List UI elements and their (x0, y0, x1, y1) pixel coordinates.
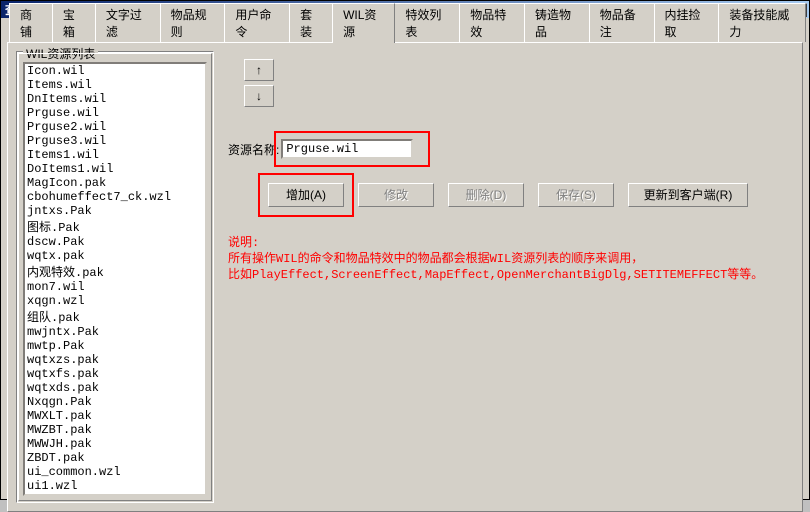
tab-4[interactable]: 用户命令 (224, 3, 290, 42)
list-item[interactable]: MWWJH.pak (25, 437, 205, 451)
list-item[interactable]: Prguse3.wil (25, 134, 205, 148)
list-item[interactable]: ui1.wzl (25, 479, 205, 493)
tab-11[interactable]: 内挂捡取 (654, 3, 720, 42)
tab-6[interactable]: WIL资源 (332, 3, 395, 43)
group-legend: WIL资源列表 (23, 45, 98, 62)
update-client-button[interactable]: 更新到客户端(R) (628, 183, 748, 207)
resource-listbox[interactable]: Icon.wilItems.wilDnItems.wilPrguse.wilPr… (23, 62, 207, 496)
list-item[interactable]: Buff.Pak (25, 493, 205, 496)
desc-heading: 说明: (228, 235, 763, 251)
tab-1[interactable]: 宝箱 (52, 3, 96, 42)
wil-resource-group: WIL资源列表 Icon.wilItems.wilDnItems.wilPrgu… (16, 51, 214, 503)
list-item[interactable]: mwtp.Pak (25, 339, 205, 353)
list-item[interactable]: MWXLT.pak (25, 409, 205, 423)
desc-line2: 比如PlayEffect,ScreenEffect,MapEffect,Open… (228, 267, 763, 283)
list-item[interactable]: wqtx.pak (25, 249, 205, 263)
desc-line1: 所有操作WIL的命令和物品特效中的物品都会根据WIL资源列表的顺序来调用， (228, 251, 763, 267)
action-buttons: 增加(A) 修改 删除(D) 保存(S) 更新到客户端(R) (268, 183, 748, 207)
list-item[interactable]: ui_common.wzl (25, 465, 205, 479)
right-pane: ↑ ↓ 资源名称: 增加(A) 修改 删除(D) 保存(S) 更新到客户端(R)… (224, 51, 794, 503)
resource-name-row: 资源名称: (228, 139, 413, 159)
list-item[interactable]: 组队.pak (25, 308, 205, 325)
tabstrip: 商铺宝箱文字过滤物品规则用户命令套装WIL资源特效列表物品特效铸造物品物品备注内… (1, 18, 809, 42)
dialog-window: 查看列表信息 X 商铺宝箱文字过滤物品规则用户命令套装WIL资源特效列表物品特效… (0, 0, 810, 500)
list-item[interactable]: MWZBT.pak (25, 423, 205, 437)
tab-9[interactable]: 铸造物品 (524, 3, 590, 42)
tab-2[interactable]: 文字过滤 (95, 3, 161, 42)
tab-10[interactable]: 物品备注 (589, 3, 655, 42)
list-item[interactable]: Items1.wil (25, 148, 205, 162)
description-text: 说明: 所有操作WIL的命令和物品特效中的物品都会根据WIL资源列表的顺序来调用… (228, 235, 763, 283)
add-button[interactable]: 增加(A) (268, 183, 344, 207)
list-item[interactable]: dscw.Pak (25, 235, 205, 249)
list-item[interactable]: ZBDT.pak (25, 451, 205, 465)
list-item[interactable]: jntxs.Pak (25, 204, 205, 218)
resource-name-label: 资源名称: (228, 141, 279, 158)
list-item[interactable]: Prguse.wil (25, 106, 205, 120)
tab-5[interactable]: 套装 (289, 3, 333, 42)
list-item[interactable]: Icon.wil (25, 64, 205, 78)
move-up-button[interactable]: ↑ (244, 59, 274, 81)
list-item[interactable]: 内观特效.pak (25, 263, 205, 280)
tab-3[interactable]: 物品规则 (160, 3, 226, 42)
save-button[interactable]: 保存(S) (538, 183, 614, 207)
modify-button[interactable]: 修改 (358, 183, 434, 207)
list-item[interactable]: DnItems.wil (25, 92, 205, 106)
list-item[interactable]: wqtxzs.pak (25, 353, 205, 367)
reorder-buttons: ↑ ↓ (244, 59, 274, 107)
list-item[interactable]: MagIcon.pak (25, 176, 205, 190)
list-item[interactable]: mwjntx.Pak (25, 325, 205, 339)
tab-12[interactable]: 装备技能威力 (718, 3, 806, 42)
list-item[interactable]: DoItems1.wil (25, 162, 205, 176)
tab-0[interactable]: 商铺 (9, 3, 53, 42)
list-item[interactable]: Items.wil (25, 78, 205, 92)
resource-name-input[interactable] (281, 139, 413, 159)
tab-8[interactable]: 物品特效 (459, 3, 525, 42)
list-item[interactable]: xqgn.wzl (25, 294, 205, 308)
list-item[interactable]: wqtxds.pak (25, 381, 205, 395)
list-item[interactable]: Nxqgn.Pak (25, 395, 205, 409)
list-item[interactable]: 图标.Pak (25, 218, 205, 235)
list-item[interactable]: cbohumeffect7_ck.wzl (25, 190, 205, 204)
delete-button[interactable]: 删除(D) (448, 183, 524, 207)
list-item[interactable]: Prguse2.wil (25, 120, 205, 134)
move-down-button[interactable]: ↓ (244, 85, 274, 107)
tab-7[interactable]: 特效列表 (394, 3, 460, 42)
list-item[interactable]: mon7.wil (25, 280, 205, 294)
tab-panel-wil: WIL资源列表 Icon.wilItems.wilDnItems.wilPrgu… (7, 42, 803, 512)
list-item[interactable]: wqtxfs.pak (25, 367, 205, 381)
